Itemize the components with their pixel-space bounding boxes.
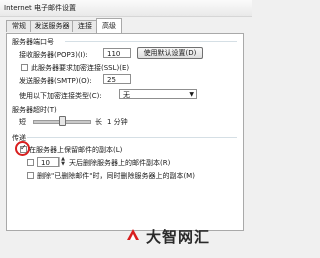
- remove-deleted-label: 删除"已删除邮件"时，同时删除服务器上的副本(M): [37, 172, 195, 180]
- remove-after-days-value: 10: [41, 159, 50, 167]
- outgoing-server-label: 发送服务器(SMTP)(O):: [19, 77, 92, 85]
- timeout-short-label: 短: [19, 118, 26, 126]
- title-bar: Internet 电子邮件设置: [0, 0, 252, 17]
- remove-after-label: 天后删除服务器上的邮件副本(R): [69, 159, 171, 167]
- tab-advanced[interactable]: 高级: [96, 18, 122, 33]
- watermark-logo-icon: [127, 229, 139, 240]
- tab-connection[interactable]: 连接: [72, 20, 98, 32]
- encryption-type-select[interactable]: 无 ▼: [119, 89, 197, 99]
- timeout-long-label: 长: [95, 118, 102, 126]
- timeout-duration: 1 分钟: [107, 118, 128, 126]
- advanced-panel: 服务器端口号 接收服务器(POP3)(I): 110 使用默认设置(D) 此服务…: [6, 33, 244, 231]
- encryption-type-label: 使用以下加密连接类型(C):: [19, 92, 102, 100]
- tab-outgoing-server[interactable]: 发送服务器: [30, 20, 74, 32]
- timeout-group-title: 服务器超时(T): [12, 106, 57, 114]
- encryption-type-value: 无: [123, 91, 130, 99]
- tab-general[interactable]: 常规: [6, 20, 32, 32]
- server-ports-group-title: 服务器端口号: [12, 38, 54, 46]
- leave-copy-label: 在服务器上保留邮件的副本(L): [29, 146, 123, 154]
- incoming-port-input[interactable]: 110: [103, 48, 131, 58]
- group-divider: [27, 137, 237, 138]
- chevron-down-icon: ▼: [189, 91, 194, 98]
- group-divider: [65, 41, 237, 42]
- use-defaults-button[interactable]: 使用默认设置(D): [137, 47, 203, 59]
- spin-down-icon[interactable]: ▼: [60, 162, 66, 167]
- incoming-server-label: 接收服务器(POP3)(I):: [19, 51, 88, 59]
- remove-after-checkbox[interactable]: [27, 159, 34, 166]
- remove-deleted-checkbox[interactable]: [27, 172, 34, 179]
- ssl-label: 此服务器要求加密连接(SSL)(E): [31, 64, 130, 72]
- watermark-text: 大智网汇: [146, 228, 211, 246]
- outgoing-port-input[interactable]: 25: [103, 74, 131, 84]
- highlight-circle: [15, 141, 30, 156]
- remove-after-days-input[interactable]: 10: [37, 157, 59, 167]
- days-spinner[interactable]: ▲ ▼: [59, 157, 66, 167]
- ssl-checkbox[interactable]: [21, 64, 28, 71]
- timeout-slider-thumb[interactable]: [58, 116, 66, 126]
- window-title: Internet 电子邮件设置: [4, 4, 77, 12]
